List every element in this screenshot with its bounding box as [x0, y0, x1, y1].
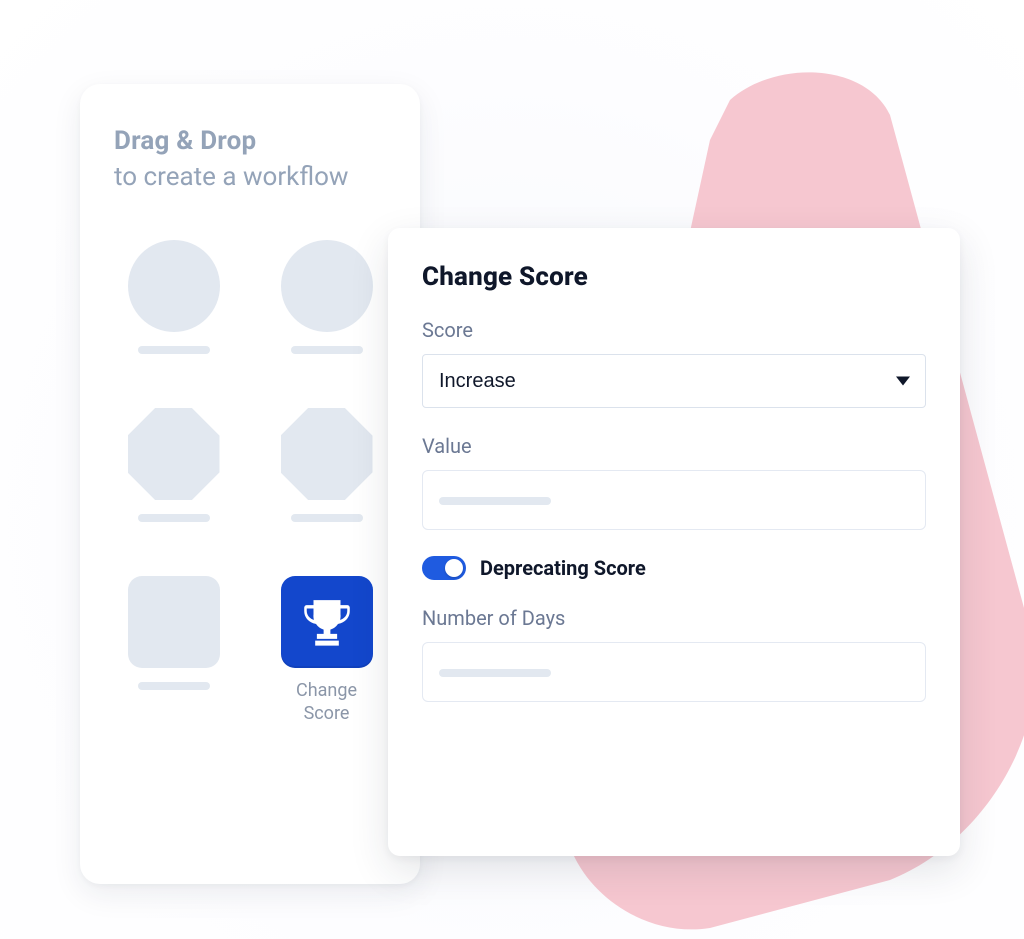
value-input[interactable]	[422, 470, 926, 530]
placeholder-skeleton	[439, 497, 551, 505]
days-label: Number of Days	[422, 606, 926, 630]
placeholder-label-line	[291, 514, 363, 522]
score-select-wrap: Increase	[422, 354, 926, 408]
change-score-config-card: Change Score Score Increase Value Deprec…	[388, 228, 960, 856]
palette-item-circle-1[interactable]	[128, 240, 220, 354]
deprecating-toggle-label: Deprecating Score	[480, 556, 646, 580]
placeholder-skeleton	[439, 669, 551, 677]
placeholder-octagon-icon	[128, 408, 220, 500]
placeholder-octagon-icon	[281, 408, 373, 500]
palette-subtitle: to create a workflow	[114, 162, 386, 192]
config-title: Change Score	[422, 262, 926, 292]
deprecating-toggle-row: Deprecating Score	[422, 556, 926, 580]
palette-item-change-score[interactable]: Change Score	[281, 576, 373, 725]
score-select[interactable]: Increase	[422, 354, 926, 408]
placeholder-circle-icon	[128, 240, 220, 332]
palette-item-label-change-score: Change Score	[296, 680, 357, 725]
palette-item-octagon-1[interactable]	[128, 408, 220, 522]
stage: Drag & Drop to create a workflow	[0, 0, 1024, 939]
placeholder-label-line	[138, 682, 210, 690]
placeholder-label-line	[291, 346, 363, 354]
days-input[interactable]	[422, 642, 926, 702]
deprecating-toggle[interactable]	[422, 556, 466, 580]
palette-item-circle-2[interactable]	[281, 240, 373, 354]
placeholder-label-line	[138, 514, 210, 522]
palette-title: Drag & Drop	[114, 126, 386, 156]
palette-grid: Change Score	[114, 240, 386, 725]
trophy-icon	[281, 576, 373, 668]
placeholder-square-icon	[128, 576, 220, 668]
palette-item-octagon-2[interactable]	[281, 408, 373, 522]
score-label: Score	[422, 318, 926, 342]
palette-item-square[interactable]	[128, 576, 220, 725]
palette-card: Drag & Drop to create a workflow	[80, 84, 420, 884]
placeholder-label-line	[138, 346, 210, 354]
placeholder-circle-icon	[281, 240, 373, 332]
value-label: Value	[422, 434, 926, 458]
